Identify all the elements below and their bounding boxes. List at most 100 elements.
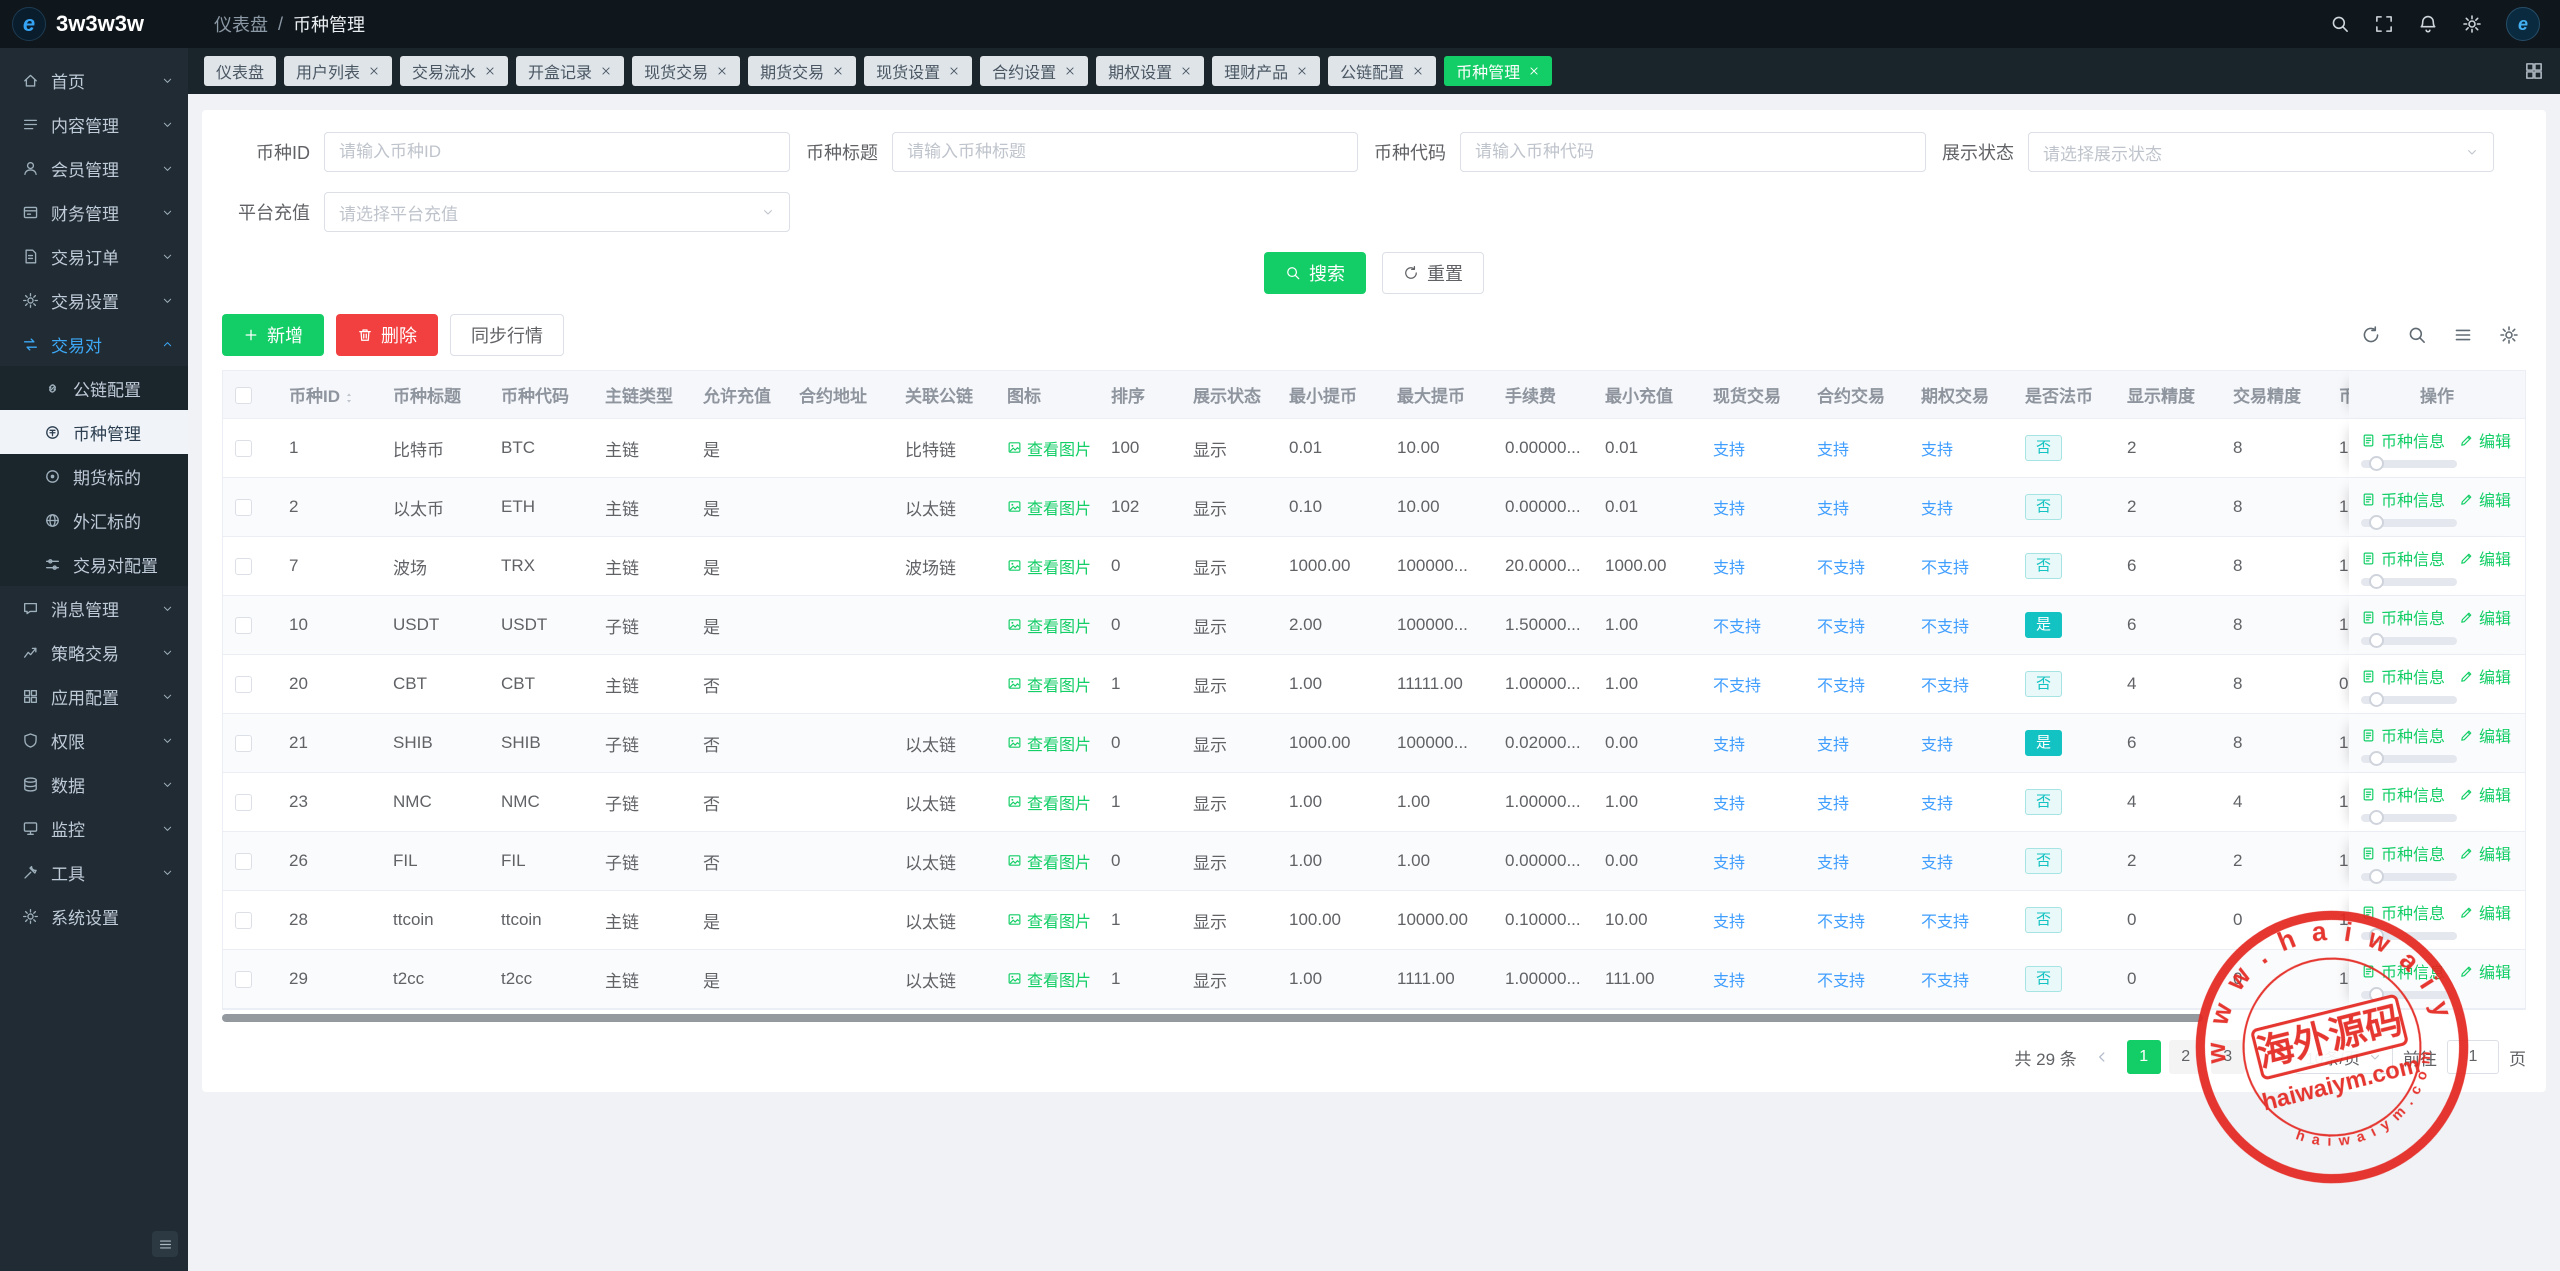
weight-slider[interactable] [2361,578,2457,586]
close-icon[interactable] [600,65,612,77]
support-text[interactable]: 不支持 [1817,973,1865,990]
sidebar-item-message[interactable]: 消息管理 [0,586,188,630]
weight-slider[interactable] [2361,460,2457,468]
horizontal-scrollbar[interactable] [222,1012,2526,1024]
tab-spot-trade[interactable]: 现货交易 [632,56,740,86]
close-icon[interactable] [1064,65,1076,77]
coin-info-link[interactable]: 币种信息 [2361,664,2445,688]
table-search-button[interactable] [2400,318,2434,352]
sidebar-item-system-settings[interactable]: 系统设置 [0,894,188,938]
weight-slider[interactable] [2361,991,2457,999]
avatar[interactable]: e [2506,7,2540,41]
edit-link[interactable]: 编辑 [2459,782,2511,806]
col-select[interactable] [223,371,277,419]
row-checkbox[interactable] [235,558,252,575]
row-checkbox[interactable] [235,440,252,457]
slider-handle[interactable] [2369,751,2384,766]
sidebar-item-app-config[interactable]: 应用配置 [0,674,188,718]
coin-title-input[interactable] [892,132,1358,172]
goto-page-input[interactable] [2447,1040,2499,1074]
row-checkbox[interactable] [235,794,252,811]
view-image-link[interactable]: 查看图片 [1007,790,1091,814]
support-text[interactable]: 支持 [1921,737,1953,754]
close-icon[interactable] [1528,65,1540,77]
sidebar-item-data[interactable]: 数据 [0,762,188,806]
support-text[interactable]: 不支持 [1817,678,1865,695]
coin-info-link[interactable]: 币种信息 [2361,782,2445,806]
sidebar-item-content[interactable]: 内容管理 [0,102,188,146]
edit-link[interactable]: 编辑 [2459,487,2511,511]
coin-info-link[interactable]: 币种信息 [2361,546,2445,570]
view-image-link[interactable]: 查看图片 [1007,967,1091,991]
edit-link[interactable]: 编辑 [2459,546,2511,570]
weight-slider[interactable] [2361,814,2457,822]
support-text[interactable]: 不支持 [1713,619,1761,636]
support-text[interactable]: 不支持 [1921,678,1969,695]
coin-code-input[interactable] [1460,132,1926,172]
tab-box-records[interactable]: 开盒记录 [516,56,624,86]
support-text[interactable]: 不支持 [1921,619,1969,636]
sidebar-item-home[interactable]: 首页 [0,58,188,102]
page-3[interactable]: 3 [2211,1040,2245,1074]
tab-wealth-products[interactable]: 理财产品 [1212,56,1320,86]
close-icon[interactable] [832,65,844,77]
tab-contract-settings[interactable]: 合约设置 [980,56,1088,86]
support-text[interactable]: 支持 [1817,796,1849,813]
sidebar-collapse-button[interactable] [152,1231,178,1257]
tab-chain-config[interactable]: 公链配置 [1328,56,1436,86]
row-checkbox[interactable] [235,735,252,752]
search-button[interactable]: 搜索 [1264,252,1366,294]
slider-handle[interactable] [2369,633,2384,648]
weight-slider[interactable] [2361,755,2457,763]
support-text[interactable]: 支持 [1921,501,1953,518]
add-button[interactable]: 新增 [222,314,324,356]
view-image-link[interactable]: 查看图片 [1007,731,1091,755]
view-image-link[interactable]: 查看图片 [1007,613,1091,637]
view-image-link[interactable]: 查看图片 [1007,908,1091,932]
platform-recharge-select[interactable]: 请选择平台充值 [324,192,790,232]
fullscreen-icon[interactable] [2374,14,2394,34]
edit-link[interactable]: 编辑 [2459,664,2511,688]
support-text[interactable]: 支持 [1817,855,1849,872]
edit-link[interactable]: 编辑 [2459,841,2511,865]
sidebar-item-finance[interactable]: 财务管理 [0,190,188,234]
close-icon[interactable] [948,65,960,77]
bell-icon[interactable] [2418,14,2438,34]
slider-handle[interactable] [2369,456,2384,471]
view-image-link[interactable]: 查看图片 [1007,554,1091,578]
support-text[interactable]: 支持 [1921,796,1953,813]
reset-button[interactable]: 重置 [1382,252,1484,294]
column-menu-button[interactable] [2446,318,2480,352]
search-icon[interactable] [2330,14,2350,34]
support-text[interactable]: 支持 [1713,914,1745,931]
support-text[interactable]: 支持 [1713,855,1745,872]
support-text[interactable]: 不支持 [1921,560,1969,577]
support-text[interactable]: 支持 [1713,501,1745,518]
prev-page-button[interactable] [2087,1040,2117,1074]
slider-handle[interactable] [2369,574,2384,589]
sidebar-item-tools[interactable]: 工具 [0,850,188,894]
sidebar-subitem-coin-manage[interactable]: 币种管理 [0,410,188,454]
tab-option-settings[interactable]: 期权设置 [1096,56,1204,86]
slider-handle[interactable] [2369,810,2384,825]
page-size-select[interactable]: 10条/页 [2295,1040,2393,1074]
sidebar-subitem-forex-targets[interactable]: 外汇标的 [0,498,188,542]
support-text[interactable]: 不支持 [1921,914,1969,931]
page-1[interactable]: 1 [2127,1040,2161,1074]
row-checkbox[interactable] [235,617,252,634]
coin-info-link[interactable]: 币种信息 [2361,605,2445,629]
view-image-link[interactable]: 查看图片 [1007,436,1091,460]
close-icon[interactable] [1296,65,1308,77]
weight-slider[interactable] [2361,932,2457,940]
slider-handle[interactable] [2369,928,2384,943]
view-image-link[interactable]: 查看图片 [1007,849,1091,873]
support-text[interactable]: 支持 [1817,501,1849,518]
coin-info-link[interactable]: 币种信息 [2361,959,2445,983]
sidebar-item-orders[interactable]: 交易订单 [0,234,188,278]
edit-link[interactable]: 编辑 [2459,428,2511,452]
sidebar-subitem-pair-config[interactable]: 交易对配置 [0,542,188,586]
row-checkbox[interactable] [235,971,252,988]
tab-trade-flow[interactable]: 交易流水 [400,56,508,86]
select-all-checkbox[interactable] [235,387,252,404]
support-text[interactable]: 不支持 [1817,914,1865,931]
